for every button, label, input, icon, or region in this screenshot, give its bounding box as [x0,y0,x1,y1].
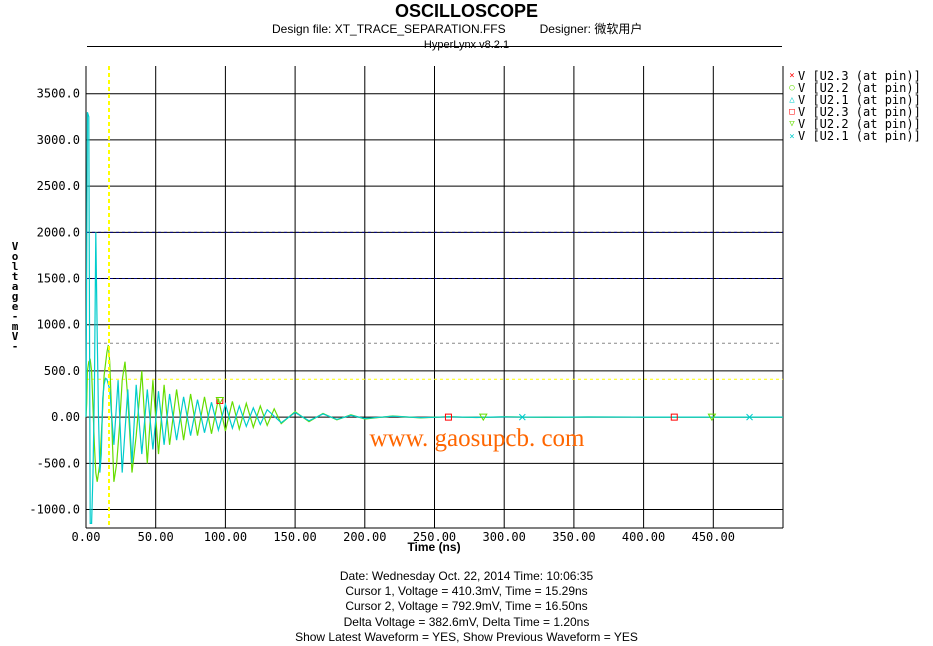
watermark-text: www. gaosupcb. com [369,425,585,452]
x-tick-label: 450.00 [692,530,735,544]
y-tick-label: 0.00 [51,410,80,424]
y-tick-label: 500.0 [44,364,80,378]
date-line: Date: Wednesday Oct. 22, 2014 Time: 10:0… [339,569,594,583]
y-tick-label: 2500.0 [37,179,80,193]
y-tick-label: 3000.0 [37,133,80,147]
x-tick-label: 300.00 [483,530,526,544]
y-axis-label: Voltage -mV- [8,241,22,353]
legend-label: V [U2.1 (at pin)] [798,129,921,144]
legend-marker-icon: ▽ [789,119,795,130]
delta-line: Delta Voltage = 382.6mV, Delta Time = 1.… [343,614,590,629]
x-tick-label: 0.00 [72,530,101,544]
legend-entry: × V [U2.1 (at pin)] [787,130,921,142]
x-tick-label: 350.00 [552,530,595,544]
cursor1-line: Cursor 1, Voltage = 410.3mV, Time = 15.2… [345,584,588,599]
y-tick-label: -500.0 [37,456,80,470]
legend-marker-icon: △ [789,95,795,106]
x-tick-label: 100.00 [204,530,247,544]
y-tick-label: -1000.0 [29,503,80,517]
legend: × V [U2.3 (at pin)] ○ V [U2.2 (at pin)] △ V [… [787,70,921,143]
legend-marker-icon: ○ [789,83,795,94]
cursor2-line: Cursor 2, Voltage = 792.9mV, Time = 16.5… [345,599,588,614]
x-tick-label: 150.00 [273,530,316,544]
x-tick-label: 50.00 [138,530,174,544]
axis-tick-labels: 0.00 50.00 100.00 150.00 200.00 250.00 300.00 3… [29,87,735,544]
x-tick-label: 200.00 [343,530,386,544]
legend-marker-icon: × [789,71,795,82]
y-tick-label: 3500.0 [37,87,80,101]
grid [85,66,784,529]
show-waveform-line: Show Latest Waveform = YES, Show Previou… [295,629,638,644]
legend-marker-icon: × [789,131,795,142]
measurement-info: Date: Wednesday Oct. 22, 2014 Time: 10:0… [0,569,933,645]
x-tick-label: 400.00 [622,530,665,544]
y-tick-label: 1000.0 [37,318,80,332]
legend-marker-icon: □ [789,107,795,118]
x-axis-label: Time (ns) [407,540,460,554]
y-tick-label: 2000.0 [37,225,80,239]
y-axis-label-char: - [11,340,19,353]
y-tick-label: 1500.0 [37,272,80,286]
